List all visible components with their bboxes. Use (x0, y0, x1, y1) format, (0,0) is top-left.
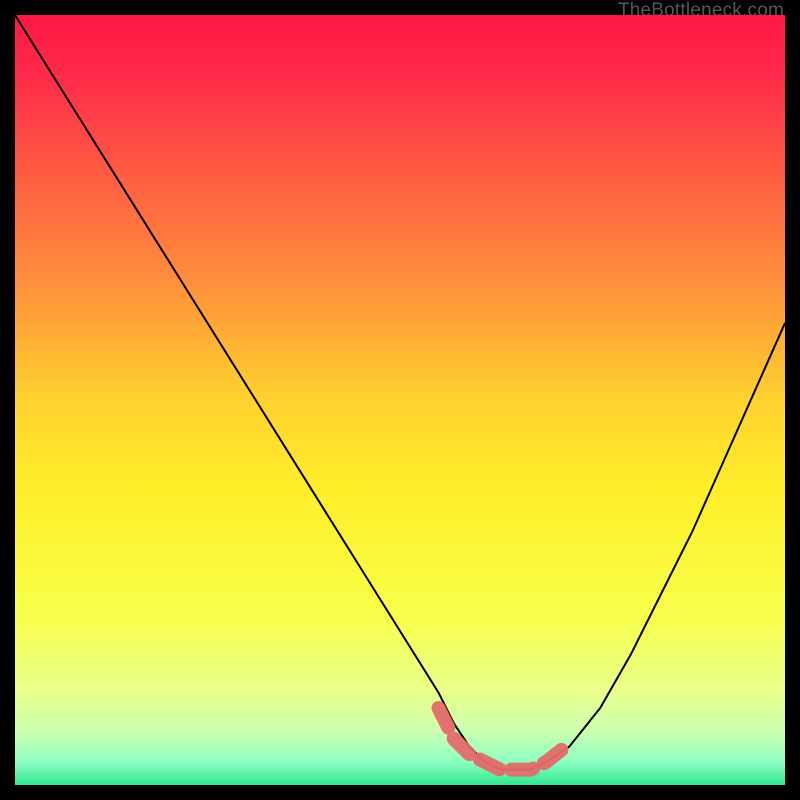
chart-background (15, 15, 785, 785)
chart-frame: TheBottleneck.com (0, 0, 800, 800)
plot-area (15, 15, 785, 785)
bottleneck-chart (15, 15, 785, 785)
